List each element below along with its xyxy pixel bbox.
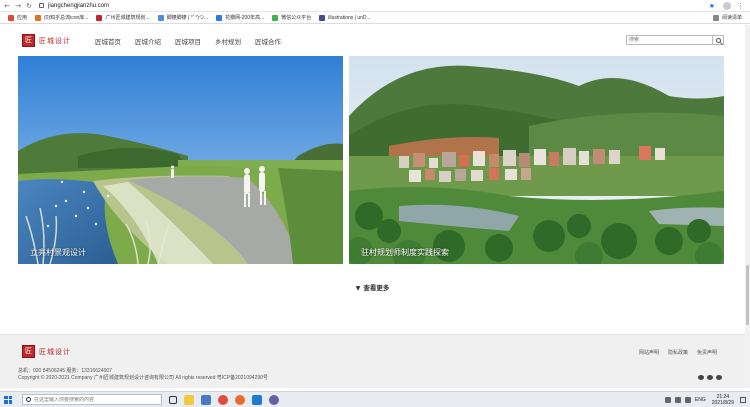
scrollbar-thumb[interactable] [746, 265, 749, 325]
load-more-button[interactable]: ▼ 查看更多 [0, 282, 745, 292]
bookmark-item[interactable]: illustrations | unD... [319, 14, 371, 21]
taskbar: ENG 21:24 2021/8/29 [0, 391, 750, 407]
reload-icon[interactable]: ↻ [25, 2, 33, 10]
task-view-icon[interactable] [169, 395, 177, 404]
logo-mark: 匠 [22, 34, 35, 47]
load-more-label: 查看更多 [363, 284, 390, 292]
apps-grid-icon [8, 14, 14, 21]
network-icon[interactable] [674, 396, 681, 403]
page-scrollbar[interactable] [745, 25, 750, 388]
browser-toolbar: ← → ↻ jiangchengjianzhu.com ★ ⋮ [0, 0, 750, 12]
volume-icon[interactable] [684, 396, 691, 403]
reading-list[interactable]: 阅读清单 [712, 14, 742, 21]
bookmark-item[interactable]: 广州匠城建筑规划... [96, 14, 150, 21]
bookmark-item[interactable]: (0)知乎总流icon库... [35, 14, 88, 21]
bookmark-favicon-icon [272, 14, 279, 21]
logo-text: 匠城设计 [39, 347, 71, 356]
file-explorer-icon[interactable] [184, 394, 194, 405]
chrome-icon[interactable] [218, 394, 228, 405]
logo-mark: 匠 [22, 345, 35, 358]
firefox-icon[interactable] [235, 394, 245, 405]
project-card-title: 立亮村景观设计 [30, 248, 86, 257]
url-text[interactable]: jiangchengjianzhu.com [48, 3, 109, 9]
footer-social [698, 375, 725, 380]
search-icon [26, 397, 31, 402]
bookmark-apps[interactable]: 应用 [8, 14, 27, 21]
footer-link-statement[interactable]: 网站声明 [639, 349, 659, 356]
notification-icon[interactable] [740, 396, 746, 403]
bookmark-favicon-icon [216, 14, 223, 21]
weibo-icon[interactable] [707, 375, 713, 380]
search-icon [715, 37, 721, 43]
project-card-title: 驻村规划师制度实践探索 [361, 248, 449, 257]
language-indicator[interactable]: ENG [695, 397, 706, 403]
footer-link-privacy[interactable]: 隐私政策 [668, 349, 688, 356]
bookmark-item[interactable]: 脚镣脚镣 | °ﾟ°)つ... [157, 14, 208, 21]
bookmark-item[interactable]: 微信公众平台 [272, 14, 311, 21]
site-search [626, 35, 724, 45]
bookmark-star-icon[interactable]: ★ [709, 2, 715, 10]
bookmark-favicon-icon [319, 14, 326, 21]
clock-date: 2021/8/29 [711, 399, 734, 406]
project-card[interactable]: 驻村规划师制度实践探索 [349, 56, 724, 264]
site-header: 匠 匠城设计 匠城首页 匠城介绍 匠城项目 乡村规划 匠城合作 [0, 25, 750, 58]
bookmark-favicon-icon [157, 14, 164, 21]
taskbar-search[interactable] [22, 394, 162, 405]
footer-copyright: Copyright © 2020-2021 Company 广州匠城建筑规划设计… [18, 375, 268, 381]
site-logo[interactable]: 匠 匠城设计 [22, 34, 71, 47]
project-image-village [349, 56, 724, 264]
reading-list-icon [712, 14, 719, 21]
bookmark-item[interactable]: 花瓣网-200年高... [216, 14, 264, 21]
footer-logo[interactable]: 匠 匠城设计 [22, 345, 71, 358]
profile-avatar[interactable] [723, 1, 731, 10]
clock[interactable]: 21:24 2021/8/29 [712, 394, 734, 406]
vscode-icon[interactable] [252, 394, 262, 405]
forward-icon[interactable]: → [14, 2, 22, 10]
bookmark-favicon-icon [96, 14, 103, 21]
search-button[interactable] [712, 36, 723, 44]
bookmarks-bar: 应用 (0)知乎总流icon库... 广州匠城建筑规划... 脚镣脚镣 | °ﾟ… [0, 12, 750, 24]
menu-icon[interactable]: ⋮ [737, 2, 744, 10]
search-input[interactable] [627, 36, 712, 44]
nav-about[interactable]: 匠城介绍 [135, 36, 161, 46]
address-bar[interactable]: jiangchengjianzhu.com [39, 1, 709, 10]
chevron-down-icon: ▼ [355, 285, 361, 292]
footer-links: 网站声明 隐私政策 免责声明 [639, 349, 726, 356]
taskbar-search-input[interactable] [34, 396, 161, 403]
footer-link-disclaimer[interactable]: 免责声明 [697, 349, 717, 356]
site-footer: 匠 匠城设计 网站声明 隐私政策 免责声明 总机：020 84506245 服务… [0, 334, 745, 388]
wechat-icon[interactable] [698, 375, 704, 380]
system-tray: ENG 21:24 2021/8/29 [664, 394, 746, 406]
nav-rural-planning[interactable]: 乡村规划 [215, 36, 241, 46]
back-icon[interactable]: ← [3, 2, 11, 10]
main-nav: 匠城首页 匠城介绍 匠城项目 乡村规划 匠城合作 [95, 36, 295, 46]
tray-app-icon[interactable] [664, 396, 671, 403]
lock-icon [39, 3, 44, 8]
windows-start-icon[interactable] [4, 395, 12, 404]
nav-cooperation[interactable]: 匠城合作 [255, 36, 281, 46]
nav-home[interactable]: 匠城首页 [95, 36, 121, 46]
bookmark-favicon-icon [35, 14, 42, 21]
app-icon[interactable] [269, 394, 279, 405]
share-icon[interactable] [716, 375, 722, 380]
project-card[interactable]: 立亮村景观设计 [18, 56, 343, 264]
logo-text: 匠城设计 [39, 36, 71, 45]
store-icon[interactable] [201, 394, 211, 405]
nav-projects[interactable]: 匠城项目 [175, 36, 201, 46]
footer-contact: 总机：020 84506245 服务：13316624007 [18, 368, 112, 374]
project-image-landscape [18, 56, 343, 264]
